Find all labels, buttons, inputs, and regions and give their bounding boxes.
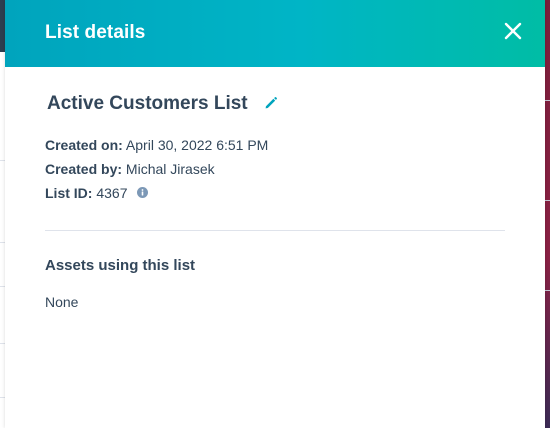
edit-list-name-button[interactable] xyxy=(264,96,278,110)
created-on-value: April 30, 2022 6:51 PM xyxy=(125,137,269,153)
created-on-label: Created on: xyxy=(45,137,123,153)
list-id-line: List ID: 4367 xyxy=(45,185,149,201)
background-row-divider xyxy=(545,100,550,101)
panel-header: List details xyxy=(5,0,545,67)
section-divider xyxy=(45,230,505,231)
assets-value: None xyxy=(45,294,79,310)
list-id-info-tooltip-trigger[interactable] xyxy=(137,185,149,201)
assets-section-title: Assets using this list xyxy=(45,257,196,274)
info-icon xyxy=(137,187,149,199)
screen: List details Active Customers List Creat… xyxy=(0,0,550,428)
list-id-label: List ID: xyxy=(45,185,93,201)
close-icon xyxy=(504,22,522,40)
list-details-panel: List details Active Customers List Creat… xyxy=(5,0,545,428)
list-name: Active Customers List xyxy=(47,93,248,114)
list-id-value: 4367 xyxy=(96,185,128,201)
created-by-line: Created by: Michal Jirasek xyxy=(45,161,215,177)
panel-title: List details xyxy=(45,22,146,43)
background-page-right xyxy=(545,0,550,428)
background-row-divider xyxy=(545,290,550,291)
created-by-label: Created by: xyxy=(45,161,123,177)
close-button[interactable] xyxy=(499,17,527,45)
list-name-row: Active Customers List xyxy=(47,93,248,117)
pencil-icon xyxy=(265,97,277,109)
created-by-value: Michal Jirasek xyxy=(125,161,215,177)
created-on-line: Created on: April 30, 2022 6:51 PM xyxy=(45,137,268,153)
background-row-divider xyxy=(545,200,550,201)
